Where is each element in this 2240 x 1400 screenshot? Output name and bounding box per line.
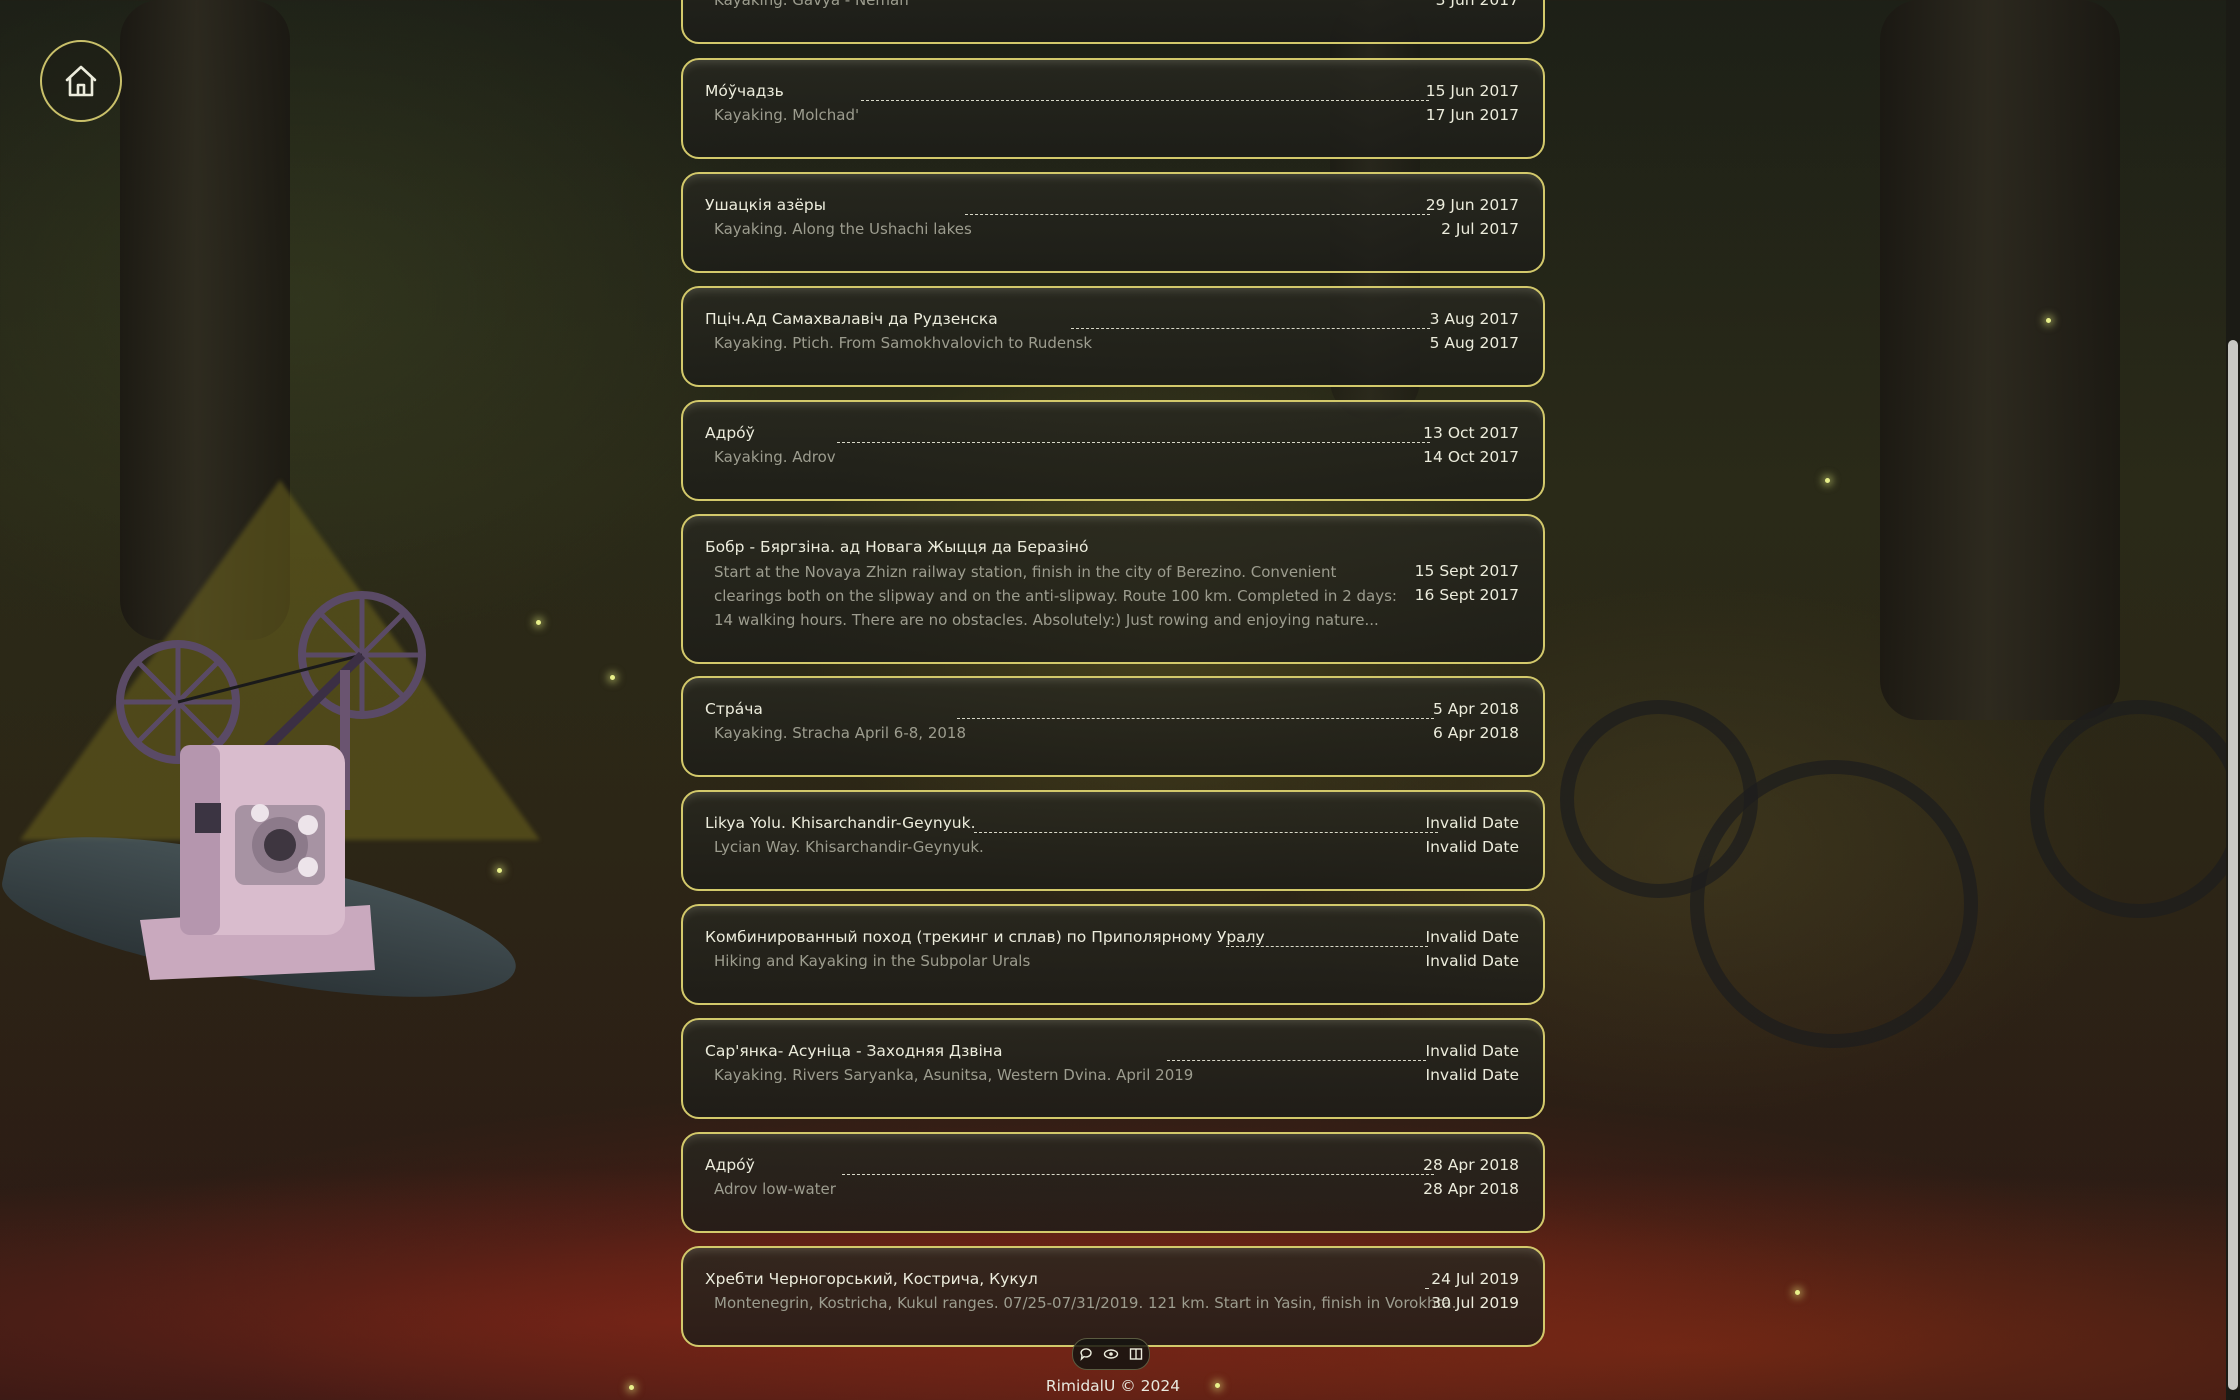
bike-wheel [1690,760,1978,1048]
trip-start-date: 13 Oct 2017 [1423,424,1519,442]
trip-start-date: 28 Apr 2018 [1423,1156,1519,1174]
trip-end-date: 5 Aug 2017 [1429,334,1519,352]
footer-icon-bar [1072,1338,1150,1370]
dotted-leader [974,832,1438,833]
trip-start-date: 15 Sept 2017 [1414,562,1519,580]
trip-start-date: 24 Jul 2019 [1431,1270,1519,1288]
trip-title: Адро́ў [705,1156,755,1174]
trip-title: Сар'янка- Асуніца - Заходняя Дзвіна [705,1042,1003,1060]
book-icon[interactable] [1127,1345,1145,1363]
scrollbar-track[interactable] [2226,0,2240,1400]
dotted-leader [1226,946,1428,947]
scrollbar-thumb[interactable] [2228,340,2238,1390]
trip-description: Hiking and Kayaking in the Subpolar Ural… [714,952,1031,970]
eye-icon[interactable] [1102,1345,1120,1363]
trip-end-date: 3 Jun 2017 [1435,0,1519,9]
firefly [2046,318,2051,323]
trip-title: Ушацкія азёры [705,196,826,214]
trip-end-date: Invalid Date [1425,1066,1520,1084]
trip-card[interactable]: Хребти Черногорський, Кострича, Кукул Mon… [681,1246,1545,1347]
firefly [1795,1290,1800,1295]
trip-description: Adrov low-water [714,1180,836,1198]
trip-card[interactable]: Сар'янка- Асуніца - Заходняя Дзвіна Kayak… [681,1018,1545,1119]
trip-description: Kayaking. Ptich. From Samokhvalovich to … [714,334,1093,352]
trip-start-date: 5 Apr 2018 [1433,700,1519,718]
trip-start-date: 29 Jun 2017 [1425,196,1519,214]
trip-description: Kayaking. Molchad' [714,106,860,124]
trip-description: Start at the Novaya Zhizn railway statio… [714,563,1397,629]
trip-card[interactable]: Пціч.Ад Самахвалавіч да Рудзенска Kayakin… [681,286,1545,387]
trip-card[interactable]: Kayaking. Gavya - Neman 3 Jun 2017 [681,0,1545,44]
trip-card[interactable]: Мо́ўчадзь Kayaking. Molchad' 15 Jun 2017 17… [681,58,1545,159]
trip-title: Бобр - Бяргзіна. ад Новага Жыцця да Бера… [705,538,1089,556]
trip-start-date: 3 Aug 2017 [1429,310,1519,328]
trip-end-date: 28 Apr 2018 [1423,1180,1519,1198]
trip-title: Пціч.Ад Самахвалавіч да Рудзенска [705,310,998,328]
trip-card[interactable]: Адро́ў Adrov low-water 28 Apr 2018 28 Apr 2… [681,1132,1545,1233]
firefly [497,868,502,873]
dotted-leader [965,214,1430,215]
trip-end-date: 16 Sept 2017 [1414,586,1519,604]
trip-description: Kayaking. Along the Ushachi lakes [714,220,972,238]
trip-end-date: Invalid Date [1425,952,1520,970]
trip-start-date: 15 Jun 2017 [1425,82,1519,100]
trip-title: Likya Yolu. Khisarchandir-Geynyuk. [705,814,976,832]
tree-trunk-right [1880,0,2120,720]
dotted-leader [957,718,1434,719]
trip-title: Комбинированный поход (трекинг и сплав) … [705,928,1265,946]
firefly [610,675,615,680]
chat-icon[interactable] [1077,1345,1095,1363]
copyright-text: RimidalU © 2024 [1045,1377,1181,1395]
dotted-leader [1071,328,1430,329]
trip-card[interactable]: Комбинированный поход (трекинг и сплав) … [681,904,1545,1005]
firefly [1825,478,1830,483]
dotted-leader [842,1174,1434,1175]
trip-end-date: 17 Jun 2017 [1425,106,1519,124]
trip-description: Kayaking. Gavya - Neman [714,0,909,9]
trip-title: Мо́ўчадзь [705,82,784,100]
trip-card[interactable]: Адро́ў Kayaking. Adrov 13 Oct 2017 14 Oct 2… [681,400,1545,501]
trip-card[interactable]: Бобр - Бяргзіна. ад Новага Жыцця да Бера… [681,514,1545,664]
trip-description: Kayaking. Rivers Saryanka, Asunitsa, Wes… [714,1066,1194,1084]
trip-title: Адро́ў [705,424,755,442]
film-projector-illustration [116,591,426,980]
trip-start-date: Invalid Date [1425,1042,1520,1060]
home-icon [65,65,97,97]
trip-card[interactable]: Ушацкія азёры Kayaking. Along the Ushachi… [681,172,1545,273]
trip-card[interactable]: Стра́ча Kayaking. Stracha April 6-8, 2018… [681,676,1545,777]
trip-title: Стра́ча [705,700,763,718]
trip-start-date: Invalid Date [1425,928,1520,946]
dotted-leader [1425,1288,1429,1289]
trip-end-date: 30 Jul 2019 [1431,1294,1519,1312]
dotted-leader [1167,1060,1426,1061]
bike-wheel [2030,700,2240,918]
trip-end-date: 14 Oct 2017 [1423,448,1519,466]
trip-end-date: 6 Apr 2018 [1433,724,1519,742]
trip-title: Хребти Черногорський, Кострича, Кукул [705,1270,1038,1288]
home-button[interactable] [40,40,122,122]
trip-card[interactable]: Likya Yolu. Khisarchandir-Geynyuk. Lycian… [681,790,1545,891]
trip-description: Kayaking. Adrov [714,448,836,466]
dotted-leader [861,100,1429,101]
trip-end-date: Invalid Date [1425,838,1520,856]
dotted-leader [837,442,1430,443]
trip-start-date: Invalid Date [1425,814,1520,832]
trip-description: Kayaking. Stracha April 6-8, 2018 [714,724,966,742]
trip-description: Montenegrin, Kostricha, Kukul ranges. 07… [714,1294,1457,1312]
trip-description: Lycian Way. Khisarchandir-Geynyuk. [714,838,984,856]
trip-end-date: 2 Jul 2017 [1441,220,1519,238]
firefly [536,620,541,625]
